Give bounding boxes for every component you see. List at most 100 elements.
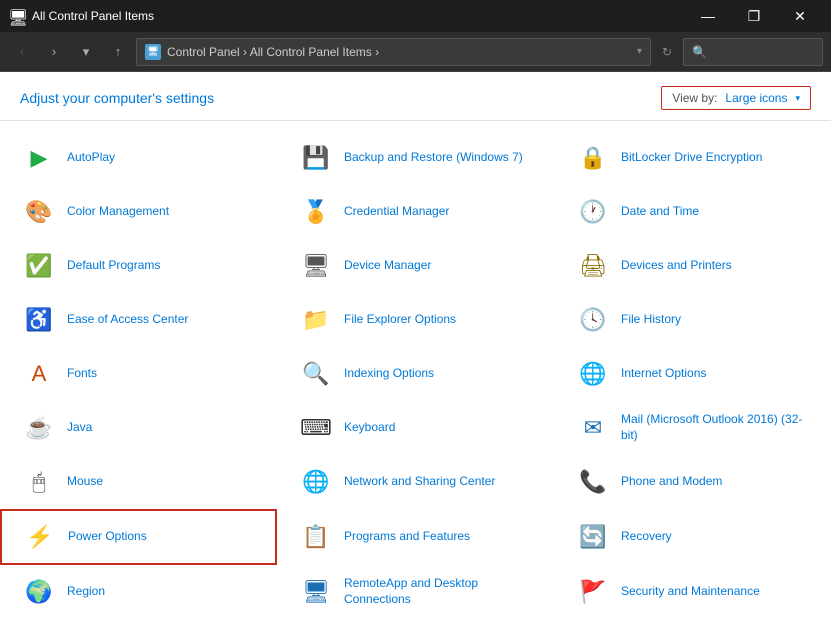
mail-icon: ✉ — [575, 410, 611, 446]
search-box[interactable]: 🔍 — [683, 38, 823, 66]
cp-item-indexing[interactable]: 🔍 Indexing Options — [277, 347, 554, 401]
autoplay-label: AutoPlay — [67, 150, 115, 166]
keyboard-icon: ⌨ — [298, 410, 334, 446]
credential-icon: 🏅 — [298, 194, 334, 230]
recovery-icon: 🔄 — [575, 519, 611, 555]
internet-label: Internet Options — [621, 366, 706, 382]
nav-bar: ‹ › ▾ ↑ 🖥 Control Panel › All Control Pa… — [0, 32, 831, 72]
filehistory-icon: 🕓 — [575, 302, 611, 338]
ease-label: Ease of Access Center — [67, 312, 188, 328]
cp-item-backup[interactable]: 💾 Backup and Restore (Windows 7) — [277, 131, 554, 185]
default-label: Default Programs — [67, 258, 160, 274]
window-title: All Control Panel Items — [32, 9, 154, 23]
view-by-value[interactable]: Large icons — [725, 91, 787, 105]
datetime-label: Date and Time — [621, 204, 699, 220]
phone-label: Phone and Modem — [621, 474, 722, 490]
devmgr-label: Device Manager — [344, 258, 431, 274]
cp-item-devices[interactable]: 🖨 Devices and Printers — [554, 239, 831, 293]
back-button[interactable]: ‹ — [8, 38, 36, 66]
internet-icon: 🌐 — [575, 356, 611, 392]
cp-item-devmgr[interactable]: 🖥Device Manager — [277, 239, 554, 293]
credential-label: Credential Manager — [344, 204, 449, 220]
indexing-icon: 🔍 — [298, 356, 334, 392]
autoplay-icon: ▶ — [21, 140, 57, 176]
address-dropdown-icon[interactable]: ▾ — [637, 46, 642, 57]
security-label: Security and Maintenance — [621, 584, 760, 600]
view-by-container[interactable]: View by: Large icons ▾ — [661, 86, 811, 110]
cp-item-network[interactable]: 🌐Network and Sharing Center — [277, 455, 554, 509]
network-label: Network and Sharing Center — [344, 474, 495, 490]
backup-label: Backup and Restore (Windows 7) — [344, 150, 523, 166]
cp-item-java[interactable]: ☕Java — [0, 401, 277, 455]
mouse-icon: 🖱 — [21, 464, 57, 500]
color-icon: 🎨 — [21, 194, 57, 230]
cp-item-ease[interactable]: ♿ Ease of Access Center — [0, 293, 277, 347]
recent-locations-button[interactable]: ▾ — [72, 38, 100, 66]
cp-item-filehistory[interactable]: 🕓 File History — [554, 293, 831, 347]
cp-item-credential[interactable]: 🏅 Credential Manager — [277, 185, 554, 239]
mail-label: Mail (Microsoft Outlook 2016) (32-bit) — [621, 412, 810, 443]
adjust-settings-text: Adjust your computer's settings — [20, 90, 214, 106]
fileexplorer-icon: 📁 — [298, 302, 334, 338]
cp-item-mail[interactable]: ✉ Mail (Microsoft Outlook 2016) (32-bit) — [554, 401, 831, 455]
address-bar[interactable]: 🖥 Control Panel › All Control Panel Item… — [136, 38, 651, 66]
cp-item-autoplay[interactable]: ▶ AutoPlay — [0, 131, 277, 185]
remote-icon: 🖥 — [298, 574, 334, 610]
color-label: Color Management — [67, 204, 169, 220]
cp-item-internet[interactable]: 🌐 Internet Options — [554, 347, 831, 401]
cp-item-remote[interactable]: 🖥 RemoteApp and Desktop Connections — [277, 565, 554, 619]
refresh-button[interactable]: ↻ — [655, 40, 679, 64]
cp-item-fonts[interactable]: AFonts — [0, 347, 277, 401]
security-icon: 🚩 — [575, 574, 611, 610]
indexing-label: Indexing Options — [344, 366, 434, 382]
bitlocker-icon: 🔒 — [575, 140, 611, 176]
fonts-icon: A — [21, 356, 57, 392]
datetime-icon: 🕐 — [575, 194, 611, 230]
cp-item-programs[interactable]: 📋Programs and Features — [277, 509, 554, 565]
fileexplorer-label: File Explorer Options — [344, 312, 456, 328]
cp-item-color[interactable]: 🎨 Color Management — [0, 185, 277, 239]
devices-label: Devices and Printers — [621, 258, 732, 274]
cp-item-recovery[interactable]: 🔄 Recovery — [554, 509, 831, 565]
cp-item-fileexplorer[interactable]: 📁 File Explorer Options — [277, 293, 554, 347]
mouse-label: Mouse — [67, 474, 103, 490]
cp-item-mouse[interactable]: 🖱 Mouse — [0, 455, 277, 509]
cp-item-security[interactable]: 🚩 Security and Maintenance — [554, 565, 831, 619]
bitlocker-label: BitLocker Drive Encryption — [621, 150, 762, 166]
view-by-arrow-icon: ▾ — [795, 93, 800, 104]
title-bar-controls: — ❐ ✕ — [685, 0, 823, 32]
cp-item-default[interactable]: ✅ Default Programs — [0, 239, 277, 293]
keyboard-label: Keyboard — [344, 420, 395, 436]
title-bar: 🖥 All Control Panel Items — ❐ ✕ — [0, 0, 831, 32]
up-button[interactable]: ↑ — [104, 38, 132, 66]
ease-icon: ♿ — [21, 302, 57, 338]
cp-item-region[interactable]: 🌍Region — [0, 565, 277, 619]
java-icon: ☕ — [21, 410, 57, 446]
power-icon: ⚡ — [22, 519, 58, 555]
close-button[interactable]: ✕ — [777, 0, 823, 32]
forward-button[interactable]: › — [40, 38, 68, 66]
view-by-label: View by: — [672, 91, 717, 105]
address-icon: 🖥 — [145, 44, 161, 60]
minimize-button[interactable]: — — [685, 0, 731, 32]
backup-icon: 💾 — [298, 140, 334, 176]
restore-button[interactable]: ❐ — [731, 0, 777, 32]
cp-item-power[interactable]: ⚡ Power Options — [0, 509, 277, 565]
search-icon: 🔍 — [692, 45, 707, 59]
power-label: Power Options — [68, 529, 147, 545]
remote-label: RemoteApp and Desktop Connections — [344, 576, 533, 607]
recovery-label: Recovery — [621, 529, 672, 545]
address-text: Control Panel › All Control Panel Items … — [167, 45, 631, 59]
title-bar-left: 🖥 All Control Panel Items — [8, 8, 154, 24]
default-icon: ✅ — [21, 248, 57, 284]
filehistory-label: File History — [621, 312, 681, 328]
cp-item-datetime[interactable]: 🕐 Date and Time — [554, 185, 831, 239]
window-icon: 🖥 — [8, 8, 24, 24]
cp-item-keyboard[interactable]: ⌨ Keyboard — [277, 401, 554, 455]
region-icon: 🌍 — [21, 574, 57, 610]
content-area: Adjust your computer's settings View by:… — [0, 72, 831, 619]
programs-icon: 📋 — [298, 519, 334, 555]
cp-item-bitlocker[interactable]: 🔒 BitLocker Drive Encryption — [554, 131, 831, 185]
cp-item-phone[interactable]: 📞Phone and Modem — [554, 455, 831, 509]
devices-icon: 🖨 — [575, 248, 611, 284]
